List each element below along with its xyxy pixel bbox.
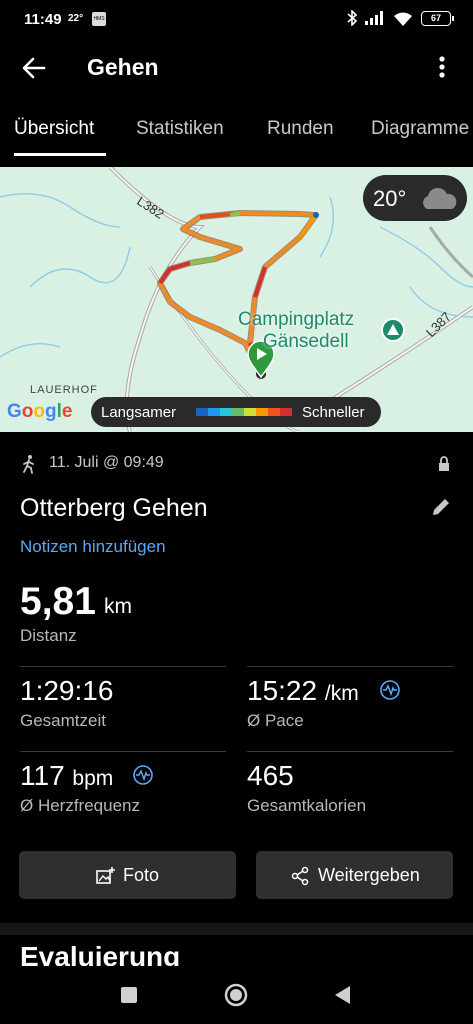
back-icon[interactable] — [330, 982, 356, 1008]
home-icon[interactable] — [223, 982, 249, 1008]
tab-laps[interactable]: Runden — [267, 118, 334, 140]
distance-unit: km — [104, 595, 132, 618]
speed-legend-fast: Schneller — [302, 404, 365, 421]
add-photo-icon — [96, 867, 115, 884]
speed-gradient-segment — [268, 408, 280, 416]
heart-rate-label: Ø Herzfrequenz — [20, 796, 140, 815]
weather-badge: 20° — [363, 175, 467, 221]
distance-label: Distanz — [20, 626, 77, 645]
tab-bar: Übersicht Statistiken Runden Diagramme — [0, 104, 473, 160]
speed-gradient-segment — [220, 408, 232, 416]
speed-legend-slow: Langsamer — [101, 404, 177, 421]
wifi-icon — [394, 12, 412, 26]
signal-icon — [365, 11, 383, 25]
active-tab-indicator — [14, 153, 106, 156]
pace-label: Ø Pace — [247, 711, 304, 730]
activity-date-row: 11. Juli @ 09:49 — [20, 452, 460, 476]
divider — [20, 666, 226, 667]
walk-icon — [23, 455, 34, 474]
speed-legend: Langsamer Schneller — [91, 397, 381, 427]
poi-label[interactable]: Campingplatz Gänsedell — [238, 309, 354, 353]
cloud-icon — [423, 187, 457, 209]
edit-pencil-icon[interactable] — [430, 496, 452, 518]
section-separator — [0, 923, 473, 935]
battery-icon: 67 — [421, 10, 454, 26]
distance-value: 5,81 — [20, 580, 96, 623]
tab-statistics[interactable]: Statistiken — [136, 118, 224, 140]
speed-gradient-segment — [256, 408, 268, 416]
pace-stat: 15:22 /km — [247, 675, 359, 707]
google-logo: Google — [7, 401, 73, 422]
heart-rate-info-icon[interactable] — [132, 764, 154, 786]
hms-icon: HMS — [92, 12, 106, 26]
tab-overview[interactable]: Übersicht — [14, 118, 94, 140]
divider — [247, 751, 453, 752]
status-bar: 11:49 22° HMS 67 — [0, 0, 473, 40]
speed-gradient-segment — [208, 408, 220, 416]
speed-gradient-segment — [244, 408, 256, 416]
share-icon — [291, 866, 309, 886]
calories-value: 465 — [247, 760, 294, 791]
add-notes-link[interactable]: Notizen hinzufügen — [20, 537, 166, 557]
app-bar: Gehen — [0, 40, 473, 94]
speed-gradient-segment — [196, 408, 208, 416]
total-time-label: Gesamtzeit — [20, 711, 106, 730]
more-options-icon[interactable] — [427, 52, 457, 82]
pace-info-icon[interactable] — [379, 679, 401, 701]
bluetooth-icon — [347, 10, 357, 26]
status-time: 11:49 — [24, 11, 62, 28]
add-photo-button[interactable]: Foto — [19, 851, 236, 899]
add-photo-label: Foto — [123, 865, 160, 885]
share-button[interactable]: Weitergeben — [256, 851, 453, 899]
divider — [247, 666, 453, 667]
activity-date: 11. Juli @ 09:49 — [49, 454, 164, 471]
poi-name-line1: Campingplatz — [238, 309, 355, 330]
locality-label: LAUERHOF — [30, 384, 98, 396]
heart-rate-unit: bpm — [72, 767, 114, 790]
speed-gradient-segment — [232, 408, 244, 416]
heart-rate-value: 117 — [20, 760, 65, 791]
lock-icon[interactable] — [436, 455, 452, 473]
calories-label: Gesamtkalorien — [247, 796, 367, 815]
tab-charts[interactable]: Diagramme — [371, 118, 469, 140]
total-time-value: 1:29:16 — [20, 675, 114, 706]
page-title: Gehen — [87, 54, 159, 80]
pace-value: 15:22 — [247, 675, 318, 706]
poi-name-line2: Gänsedell — [263, 331, 349, 352]
speed-gradient-bar — [196, 408, 292, 416]
recent-apps-icon[interactable] — [116, 982, 142, 1008]
status-temperature: 22° — [68, 13, 84, 24]
heart-rate-stat: 117 bpm — [20, 760, 113, 792]
divider — [20, 751, 226, 752]
system-navigation-bar — [0, 966, 473, 1024]
route-map[interactable]: 20° L382 L387 Campingplatz Gänsedell LAU… — [0, 167, 473, 432]
status-icons: 67 — [347, 10, 454, 26]
back-arrow-icon[interactable] — [20, 54, 48, 82]
pace-unit: /km — [324, 682, 359, 705]
weather-temperature: 20° — [373, 186, 407, 211]
activity-name: Otterberg Gehen — [20, 494, 208, 522]
share-label: Weitergeben — [318, 865, 420, 885]
speed-gradient-segment — [280, 408, 292, 416]
